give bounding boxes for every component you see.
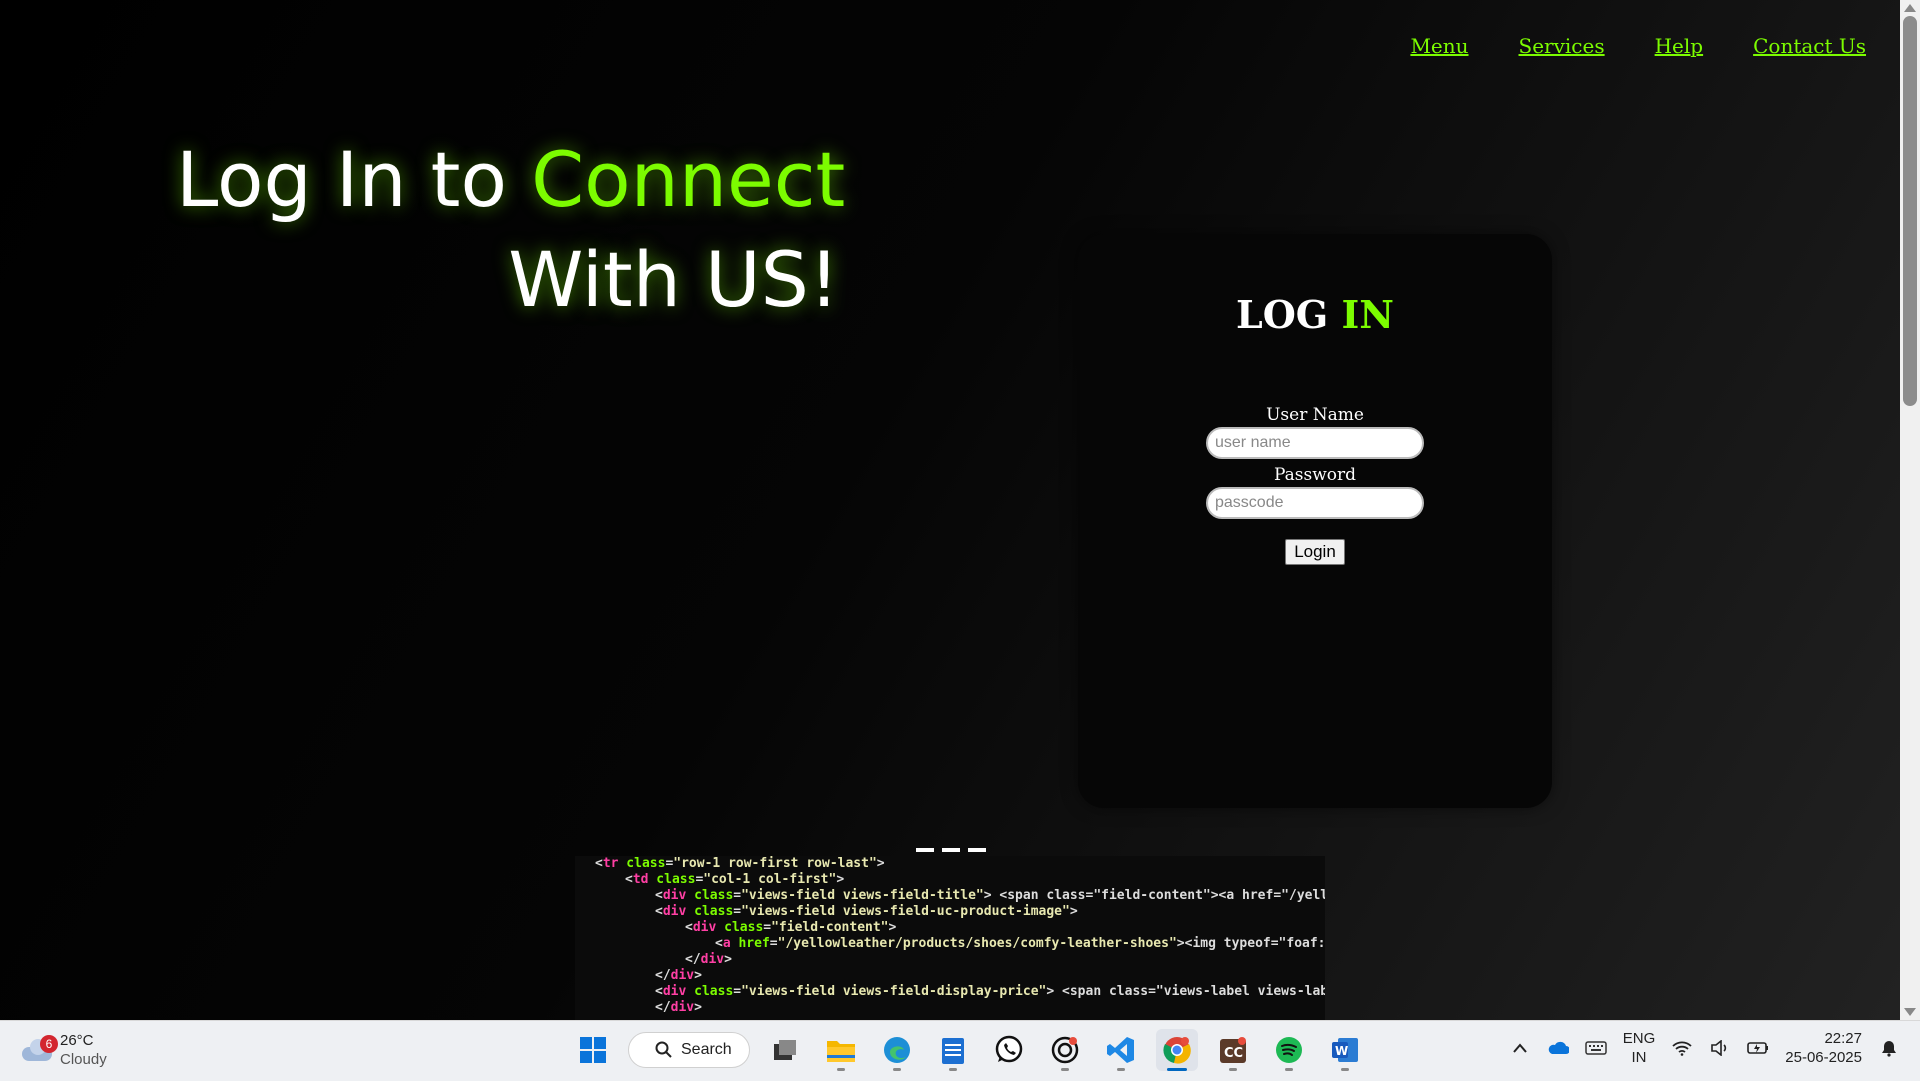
vscode-icon	[1107, 1037, 1134, 1063]
task-view-icon	[774, 1040, 796, 1060]
code-line: </div>	[655, 968, 702, 983]
codechef-button[interactable]: CC	[1212, 1029, 1254, 1071]
chatgpt-icon	[1051, 1036, 1079, 1064]
code-line: <div class="views-field views-field-titl…	[655, 888, 1325, 903]
search-icon	[655, 1041, 672, 1058]
volume-icon[interactable]	[1709, 1037, 1731, 1059]
code-line: <tr class="row-1 row-first row-last">	[595, 856, 885, 871]
search-label: Search	[681, 1041, 732, 1058]
password-label: Password	[1273, 465, 1357, 485]
scroll-down-arrow-icon[interactable]	[1904, 1008, 1916, 1016]
wifi-icon[interactable]	[1671, 1037, 1693, 1059]
onedrive-cloud-icon[interactable]	[1547, 1037, 1569, 1059]
whatsapp-button[interactable]	[988, 1029, 1030, 1071]
carousel-indicator[interactable]	[916, 848, 986, 852]
password-input[interactable]	[1206, 487, 1424, 519]
login-form: User Name Password Login	[1078, 403, 1552, 565]
vscode-button[interactable]	[1100, 1029, 1142, 1071]
svg-text:W: W	[1335, 1044, 1348, 1058]
hero-line-2: With US!	[508, 235, 840, 324]
login-button[interactable]: Login	[1285, 539, 1345, 565]
spotify-icon	[1276, 1037, 1302, 1063]
top-nav: Menu Services Help Contact Us	[1410, 34, 1866, 58]
login-card: LOG IN User Name Password Login	[1078, 234, 1552, 808]
code-background-image: <tr class="row-1 row-first row-last"> <td…	[575, 856, 1325, 1020]
weather-text: 26°C Cloudy	[60, 1031, 107, 1069]
hero-line-1-white: Log In to	[176, 135, 532, 224]
vertical-scrollbar[interactable]	[1900, 0, 1920, 1020]
spotify-button[interactable]	[1268, 1029, 1310, 1071]
file-explorer-button[interactable]	[820, 1029, 862, 1071]
hero-heading: Log In to Connect With US!	[176, 130, 845, 330]
scroll-up-arrow-icon[interactable]	[1904, 4, 1916, 12]
browser-page: Menu Services Help Contact Us Log In to …	[0, 0, 1900, 1020]
hero-line-1: Log In to Connect	[176, 130, 845, 230]
clock-time: 22:27	[1824, 1030, 1862, 1047]
whatsapp-icon	[995, 1035, 1023, 1063]
taskbar-search[interactable]: Search	[628, 1032, 750, 1068]
word-button[interactable]: W	[1324, 1029, 1366, 1071]
chevron-up-icon[interactable]	[1509, 1037, 1531, 1059]
scroll-thumb[interactable]	[1903, 16, 1917, 406]
login-title-green: IN	[1341, 292, 1395, 337]
hero-line-1-green: Connect	[531, 135, 846, 224]
code-line: <a href="/yellowleather/products/shoes/c…	[715, 936, 1325, 951]
svg-text:CC: CC	[1224, 1046, 1243, 1061]
battery-icon[interactable]	[1747, 1037, 1769, 1059]
folder-icon	[827, 1041, 855, 1062]
nav-help-link[interactable]: Help	[1655, 34, 1703, 58]
task-view-button[interactable]	[764, 1029, 806, 1071]
edge-button[interactable]	[876, 1029, 918, 1071]
carousel-dot[interactable]	[916, 848, 934, 852]
code-line: <div class="views-field views-field-disp…	[655, 984, 1325, 999]
login-title: LOG IN	[1078, 292, 1552, 337]
weather-desc: Cloudy	[60, 1051, 107, 1068]
system-tray: ENG IN 22:27 25-06-2025	[1509, 1029, 1900, 1067]
windows-logo-icon	[580, 1037, 606, 1063]
code-line: </div>	[655, 1000, 702, 1015]
login-title-white: LOG	[1235, 292, 1342, 337]
nav-services-link[interactable]: Services	[1519, 34, 1605, 58]
notepad-icon	[942, 1038, 964, 1064]
lang-line-1: ENG	[1622, 1030, 1656, 1047]
nav-menu-link[interactable]: Menu	[1410, 34, 1468, 58]
clock[interactable]: 22:27 25-06-2025	[1785, 1029, 1862, 1067]
windows-taskbar: 6 26°C Cloudy Search CC W ENG IN 22:27 2…	[0, 1020, 1920, 1081]
nav-contact-link[interactable]: Contact Us	[1753, 34, 1866, 58]
start-button[interactable]	[572, 1029, 614, 1071]
notepad-button[interactable]	[932, 1029, 974, 1071]
edge-browser-icon	[884, 1037, 910, 1063]
code-line: <div class="field-content">	[685, 920, 897, 935]
chrome-icon	[1163, 1037, 1191, 1064]
code-line: <div class="views-field views-field-uc-p…	[655, 904, 1078, 919]
word-icon: W	[1332, 1038, 1358, 1062]
carousel-dot[interactable]	[942, 848, 960, 852]
keyboard-icon[interactable]	[1585, 1037, 1607, 1059]
chrome-button[interactable]	[1156, 1029, 1198, 1071]
cloud-icon: 6	[22, 1035, 58, 1061]
clock-date: 25-06-2025	[1785, 1049, 1862, 1066]
weather-temp: 26°C	[60, 1032, 94, 1049]
weather-widget[interactable]: 6 26°C Cloudy	[22, 1031, 107, 1069]
weather-badge: 6	[40, 1035, 58, 1053]
code-line: </div>	[685, 952, 732, 967]
language-indicator[interactable]: ENG IN	[1623, 1029, 1656, 1067]
taskbar-apps: Search CC W	[572, 1029, 1366, 1071]
code-line: <td class="col-1 col-first">	[625, 872, 845, 887]
username-input[interactable]	[1206, 427, 1424, 459]
codechef-icon: CC	[1220, 1037, 1246, 1063]
lang-line-2: IN	[1631, 1049, 1647, 1066]
notification-bell-icon[interactable]	[1878, 1037, 1900, 1059]
chatgpt-button[interactable]	[1044, 1029, 1086, 1071]
carousel-dot[interactable]	[968, 848, 986, 852]
username-label: User Name	[1266, 405, 1364, 425]
